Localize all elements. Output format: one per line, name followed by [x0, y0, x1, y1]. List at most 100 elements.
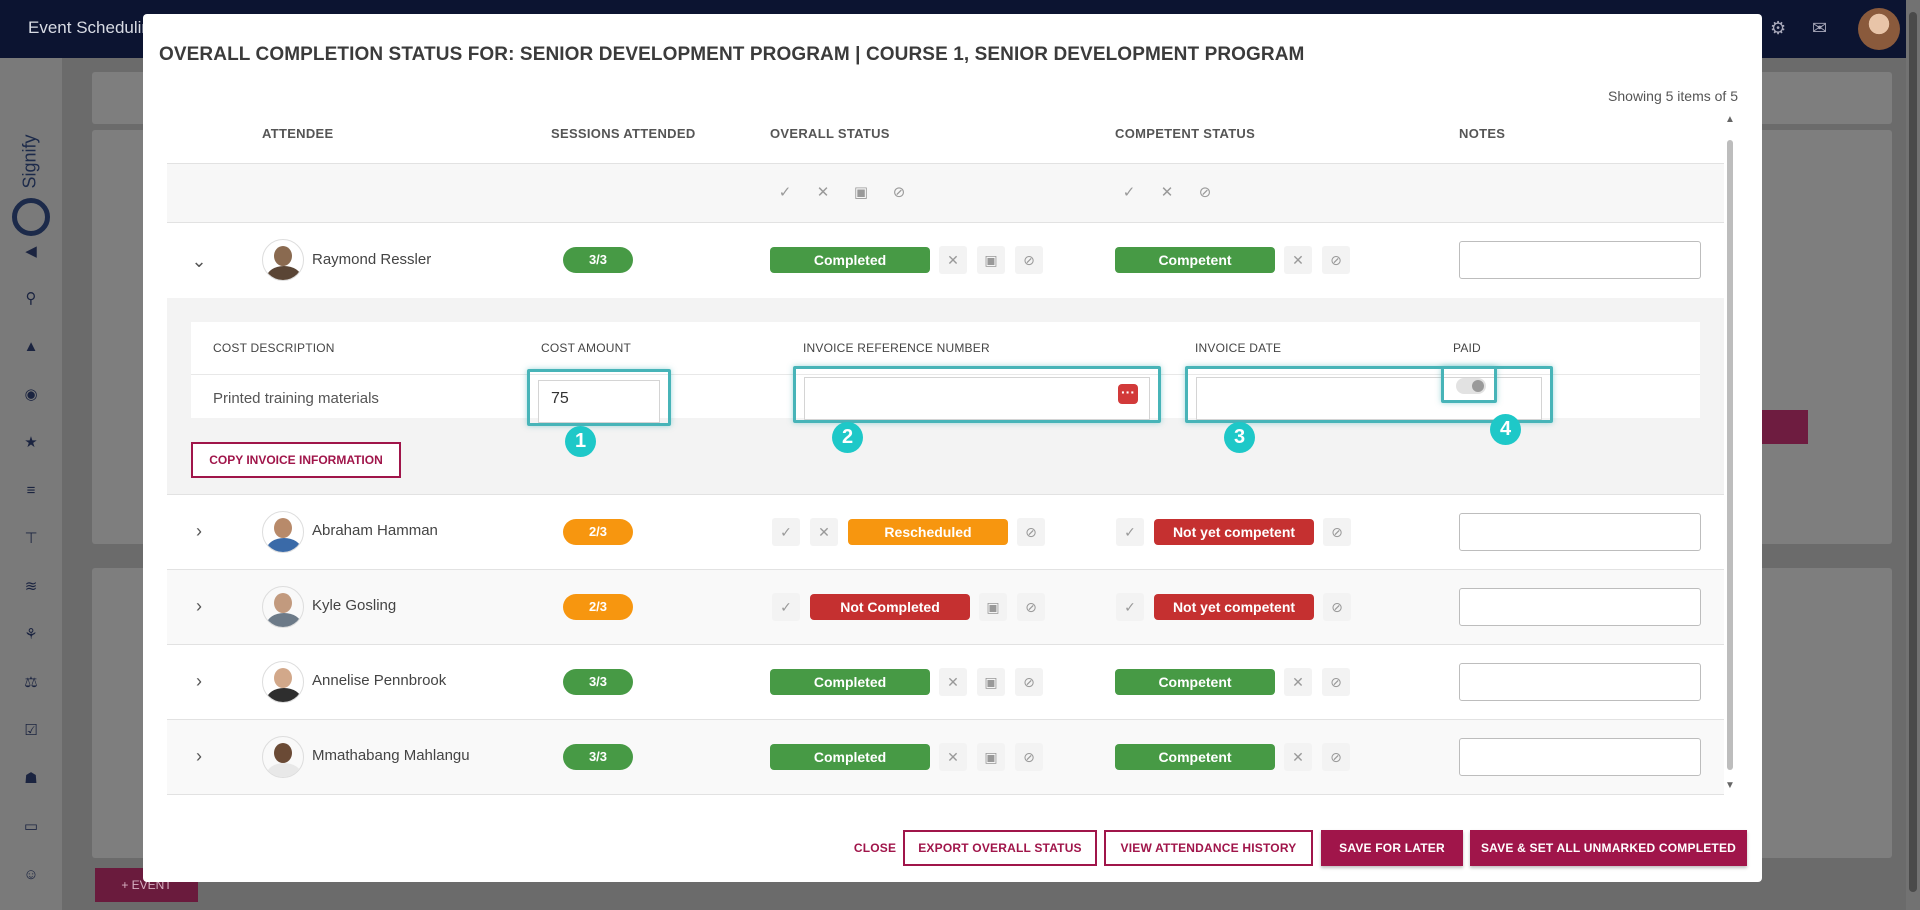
competent-icon[interactable]: ✓ [1116, 593, 1144, 621]
add-user-icon[interactable]: ☺ [22, 866, 40, 884]
overall-status-completed[interactable]: Completed [770, 247, 930, 273]
excused-icon[interactable]: ⊘ [1015, 743, 1043, 771]
gear-icon[interactable]: ⚙ [1770, 18, 1786, 39]
competent-status-competent[interactable]: Competent [1115, 669, 1275, 695]
not-completed-icon[interactable]: ✕ [939, 743, 967, 771]
mail-icon[interactable]: ✉ [1812, 18, 1827, 39]
modal-title: OVERALL COMPLETION STATUS FOR: SENIOR DE… [159, 44, 1305, 65]
invoice-reference-input[interactable] [804, 377, 1150, 420]
grid-scrollbar[interactable]: ▲ ▼ [1724, 114, 1736, 794]
competent-status-not-yet[interactable]: Not yet competent [1154, 519, 1314, 545]
competent-excused-icon[interactable]: ⊘ [1322, 743, 1350, 771]
col-invoice-reference: INVOICE REFERENCE NUMBER [803, 341, 990, 355]
user-group-icon[interactable]: ☗ [22, 770, 40, 788]
excused-icon[interactable]: ⊘ [1017, 518, 1045, 546]
not-competent-icon[interactable]: ✕ [1284, 246, 1312, 274]
notes-field[interactable] [1459, 663, 1701, 701]
scroll-up-icon[interactable]: ▲ [1724, 114, 1736, 125]
signpost-icon[interactable]: ⊤ [22, 530, 40, 548]
export-status-button[interactable]: EXPORT OVERALL STATUS [903, 830, 1097, 866]
megaphone-icon[interactable]: ◀ [22, 243, 40, 261]
rescheduled-icon[interactable]: ▣ [977, 246, 1005, 274]
paid-toggle[interactable] [1456, 378, 1486, 394]
rescheduled-icon[interactable]: ▣ [977, 743, 1005, 771]
chevron-right-icon[interactable]: › [189, 521, 209, 541]
rescheduled-icon[interactable]: ▣ [979, 593, 1007, 621]
handshake-icon[interactable]: ≋ [22, 578, 40, 596]
attendance-history-button[interactable]: VIEW ATTENDANCE HISTORY [1104, 830, 1313, 866]
check-all-excused-icon[interactable]: ⊘ [886, 180, 912, 206]
check-all-rescheduled-icon[interactable]: ▣ [848, 180, 874, 206]
competent-excused-icon[interactable]: ⊘ [1323, 518, 1351, 546]
competent-status-competent[interactable]: Competent [1115, 247, 1275, 273]
rescheduled-icon[interactable]: ▣ [977, 668, 1005, 696]
cost-amount-input[interactable]: 75 [538, 380, 660, 423]
save-for-later-button[interactable]: SAVE FOR LATER [1321, 830, 1463, 866]
col-notes[interactable]: NOTES [1459, 126, 1505, 141]
col-overall-status[interactable]: OVERALL STATUS [770, 126, 890, 141]
excused-icon[interactable]: ⊘ [1015, 246, 1043, 274]
check-all-completed-icon[interactable]: ✓ [772, 180, 798, 206]
chevron-right-icon[interactable]: › [189, 746, 209, 766]
completion-status-modal: OVERALL COMPLETION STATUS FOR: SENIOR DE… [143, 14, 1762, 882]
notes-field[interactable] [1459, 738, 1701, 776]
scale-icon[interactable]: ⚖ [22, 674, 40, 692]
competent-excused-icon[interactable]: ⊘ [1323, 593, 1351, 621]
sessions-badge: 3/3 [563, 744, 633, 770]
competent-status-not-yet[interactable]: Not yet competent [1154, 594, 1314, 620]
not-completed-icon[interactable]: ✕ [810, 518, 838, 546]
laptop-icon[interactable]: ▭ [22, 818, 40, 836]
chevron-right-icon[interactable]: › [189, 596, 209, 616]
compass-icon[interactable]: ◉ [22, 386, 40, 404]
paid-highlight [1441, 366, 1497, 403]
avatar [262, 586, 304, 628]
more-options-icon[interactable]: ··· [1118, 384, 1138, 404]
not-completed-icon[interactable]: ✕ [939, 668, 967, 696]
competent-excused-icon[interactable]: ⊘ [1322, 246, 1350, 274]
user-avatar[interactable] [1858, 8, 1900, 50]
competent-status-competent[interactable]: Competent [1115, 744, 1275, 770]
chevron-down-icon[interactable]: ⌄ [189, 251, 209, 271]
notes-field[interactable] [1459, 241, 1701, 279]
sitemap-icon[interactable]: ⚲ [22, 290, 40, 308]
sessions-badge: 2/3 [563, 519, 633, 545]
scroll-down-icon[interactable]: ▼ [1724, 780, 1736, 791]
annotation-badge-4: 4 [1490, 414, 1521, 445]
bg-chart-bar [1762, 410, 1808, 444]
annotation-badge-2: 2 [832, 422, 863, 453]
cost-description: Printed training materials [213, 390, 379, 407]
table-row: › Annelise Pennbrook 3/3 Completed ✕ ▣ ⊘… [167, 645, 1724, 719]
star-icon[interactable]: ★ [22, 434, 40, 452]
completed-icon[interactable]: ✓ [772, 518, 800, 546]
col-sessions[interactable]: SESSIONS ATTENDED [551, 126, 696, 141]
calendar-check-icon[interactable]: ☑ [22, 722, 40, 740]
excused-icon[interactable]: ⊘ [1017, 593, 1045, 621]
overall-status-rescheduled[interactable]: Rescheduled [848, 519, 1008, 545]
copy-invoice-button[interactable]: COPY INVOICE INFORMATION [191, 442, 401, 478]
excused-icon[interactable]: ⊘ [1015, 668, 1043, 696]
overall-status-completed[interactable]: Completed [770, 744, 930, 770]
col-attendee[interactable]: ATTENDEE [262, 126, 334, 141]
competent-icon[interactable]: ✓ [1116, 518, 1144, 546]
col-competent-status[interactable]: COMPETENT STATUS [1115, 126, 1255, 141]
graduation-cap-icon[interactable]: ▲ [22, 338, 40, 356]
check-all-competent-icon[interactable]: ✓ [1116, 180, 1142, 206]
overall-status-not-completed[interactable]: Not Completed [810, 594, 970, 620]
overall-status-completed[interactable]: Completed [770, 669, 930, 695]
chevron-right-icon[interactable]: › [189, 671, 209, 691]
not-competent-icon[interactable]: ✕ [1284, 668, 1312, 696]
competent-excused-icon[interactable]: ⊘ [1322, 668, 1350, 696]
completed-icon[interactable]: ✓ [772, 593, 800, 621]
table-row: › Abraham Hamman 2/3 ✓ ✕ Rescheduled ⊘ ✓… [167, 495, 1724, 569]
check-all-not-completed-icon[interactable]: ✕ [810, 180, 836, 206]
not-completed-icon[interactable]: ✕ [939, 246, 967, 274]
save-all-completed-button[interactable]: SAVE & SET ALL UNMARKED COMPLETED [1470, 830, 1747, 866]
check-all-competent-excused-icon[interactable]: ⊘ [1192, 180, 1218, 206]
notes-field[interactable] [1459, 513, 1701, 551]
not-competent-icon[interactable]: ✕ [1284, 743, 1312, 771]
network-icon[interactable]: ⚘ [22, 626, 40, 644]
page-scrollbar[interactable] [1906, 0, 1920, 910]
sliders-icon[interactable]: ≡ [22, 482, 40, 500]
notes-field[interactable] [1459, 588, 1701, 626]
check-all-not-competent-icon[interactable]: ✕ [1154, 180, 1180, 206]
